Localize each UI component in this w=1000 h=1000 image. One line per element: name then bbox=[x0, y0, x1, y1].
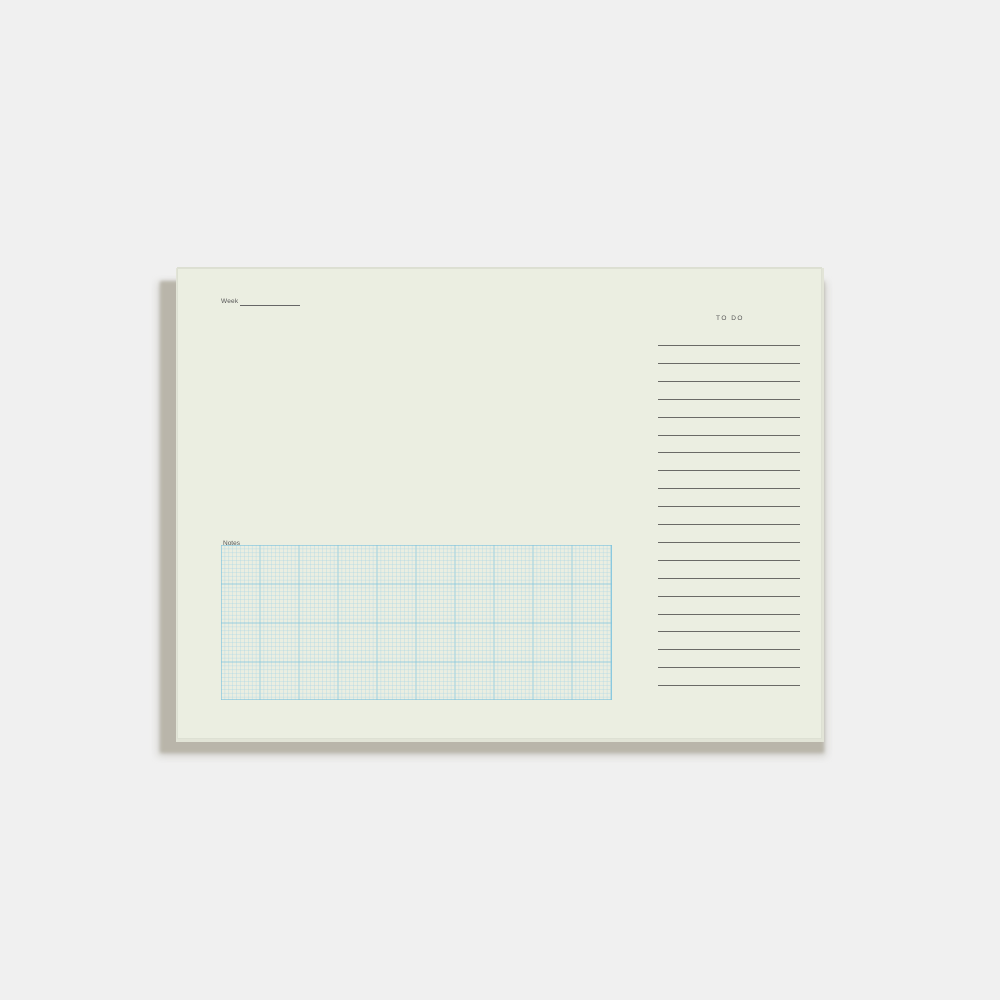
week-label: Week bbox=[221, 298, 239, 305]
todo-line bbox=[658, 667, 800, 669]
todo-line bbox=[658, 345, 800, 346]
todo-line bbox=[658, 595, 800, 597]
todo-line bbox=[658, 452, 800, 454]
todo-line bbox=[658, 434, 800, 436]
todo-line bbox=[658, 685, 800, 687]
week-write-line bbox=[240, 305, 300, 306]
todo-line bbox=[658, 506, 800, 508]
product-photo: Week TO DO Notes bbox=[0, 0, 1000, 1000]
todo-lines bbox=[658, 268, 800, 739]
weekly-planner-pad: Week TO DO Notes bbox=[177, 268, 822, 739]
todo-line bbox=[658, 649, 800, 651]
todo-line bbox=[658, 631, 800, 633]
todo-line bbox=[658, 559, 800, 561]
todo-line bbox=[658, 613, 800, 615]
todo-line bbox=[658, 416, 800, 418]
todo-line bbox=[658, 488, 800, 490]
notes-grid bbox=[221, 545, 612, 700]
todo-line bbox=[658, 398, 800, 400]
todo-line bbox=[658, 362, 800, 364]
todo-line bbox=[658, 524, 800, 525]
todo-line bbox=[658, 577, 800, 579]
todo-line bbox=[658, 541, 800, 543]
todo-line bbox=[658, 380, 800, 382]
todo-line bbox=[658, 470, 800, 472]
